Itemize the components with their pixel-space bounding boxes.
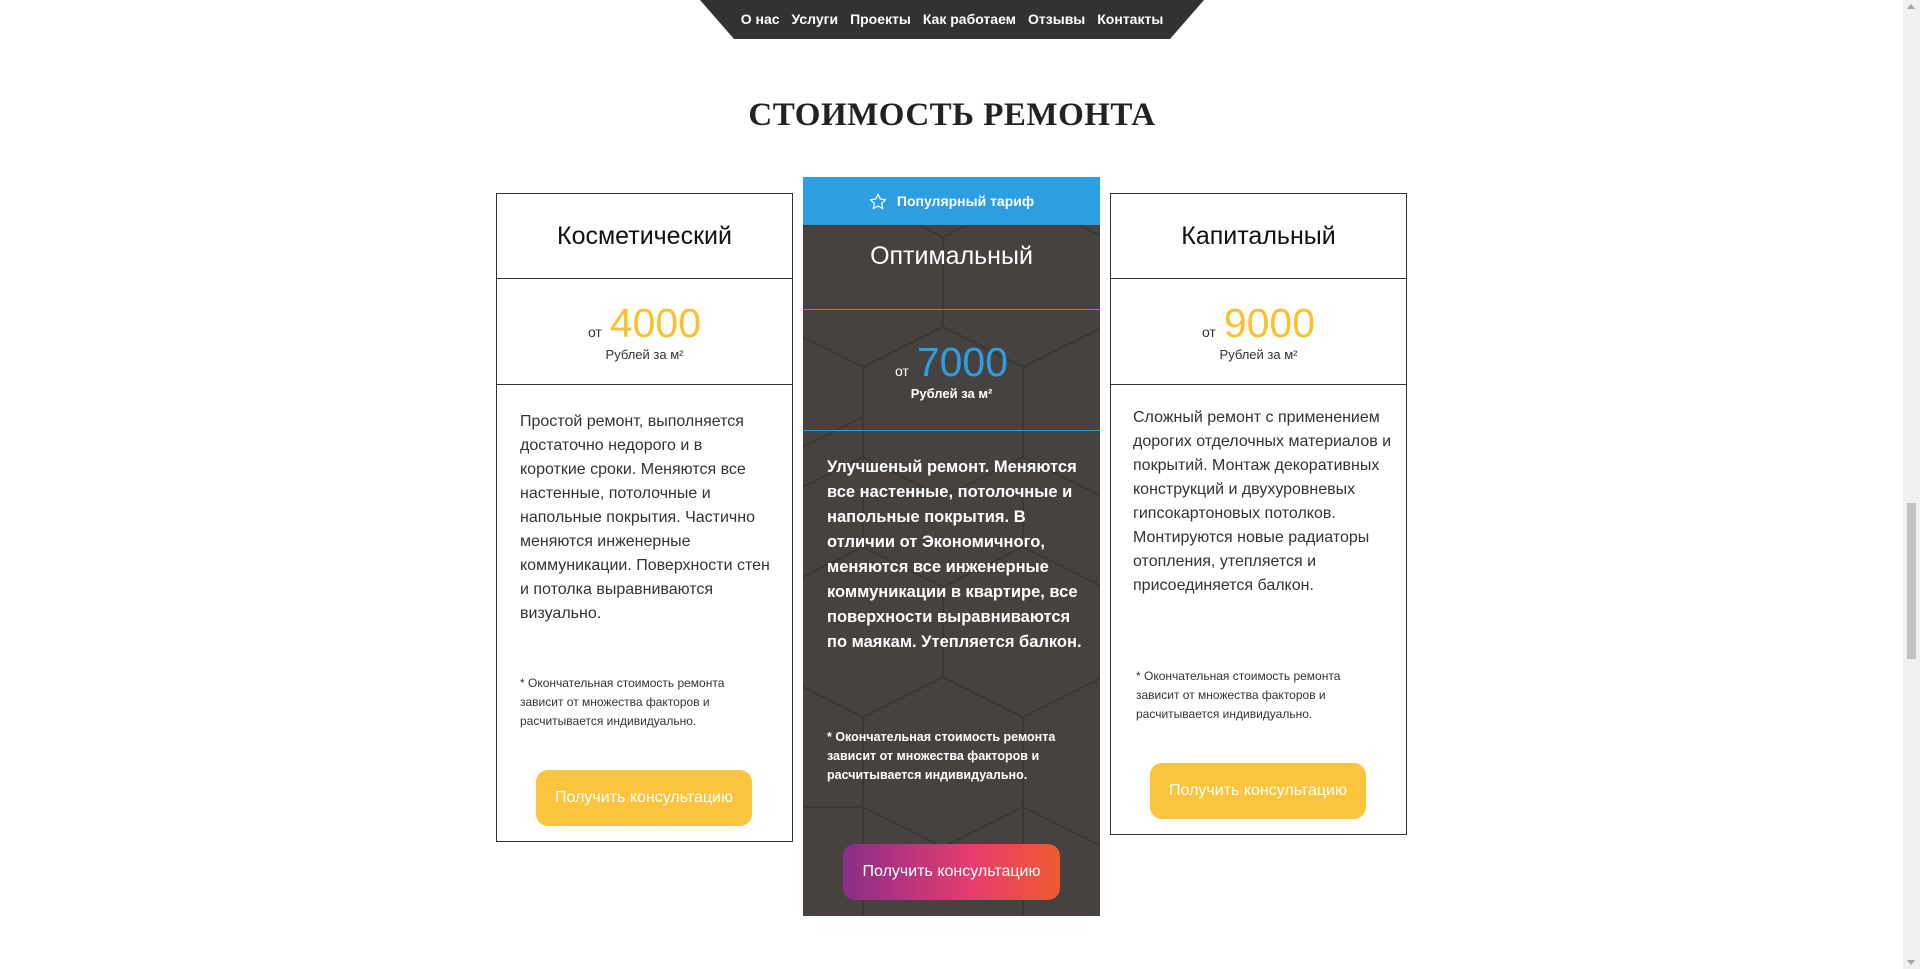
consultation-button[interactable]: Получить консультацию [843,844,1060,900]
popular-plan-badge: Популярный тариф [803,177,1100,225]
price-from-label: от [894,362,909,379]
nav-link-about[interactable]: О нас [735,11,786,27]
nav-link-services[interactable]: Услуги [786,11,845,27]
nav-link-contacts[interactable]: Контакты [1091,11,1169,27]
price-unit: Рублей за м² [605,347,684,362]
star-outline-icon [869,193,887,210]
price-value: 7000 [916,338,1009,385]
scroll-up-arrow-icon[interactable] [1907,4,1915,9]
nav-link-reviews[interactable]: Отзывы [1022,11,1091,27]
plan-price-box: от 7000 Рублей за м² [803,309,1100,431]
price-value: 4000 [609,300,702,346]
plan-note: * Окончательная стоимость ремонта зависи… [1136,669,1341,721]
consultation-button[interactable]: Получить консультацию [536,770,752,826]
scrollbar-thumb[interactable] [1907,503,1916,659]
plan-card-capital: Капитальный от 9000 Рублей за м² Сложный… [1110,193,1407,835]
plan-title: Оптимальный [870,241,1033,270]
plan-note: * Окончательная стоимость ремонта зависи… [827,730,1056,782]
nav-links: О нас Услуги Проекты Как работаем Отзывы… [700,0,1204,39]
popular-plan-badge-label: Популярный тариф [896,193,1035,209]
plan-note: * Окончательная стоимость ремонта зависи… [520,676,725,728]
page-scrollbar[interactable] [1903,0,1920,969]
nav-link-projects[interactable]: Проекты [844,11,917,27]
plan-price-box: от 9000 Рублей за м² [1111,279,1406,385]
top-navigation: О нас Услуги Проекты Как работаем Отзывы… [700,0,1204,39]
price-unit: Рублей за м² [910,385,993,401]
plan-title: Капитальный [1111,194,1406,279]
price-value: 9000 [1223,300,1316,346]
plan-description: Улучшеный ремонт. Меняются все настенные… [827,458,1082,651]
plan-price-box: от 4000 Рублей за м² [497,279,792,385]
plan-card-optimal: Популярный тариф Оптимальный от 7000 Руб… [803,177,1100,916]
price-from-label: от [1201,324,1216,340]
plan-description: Простой ремонт, выполняется достаточно н… [520,413,770,622]
nav-link-how-we-work[interactable]: Как работаем [917,11,1022,27]
scroll-down-arrow-icon[interactable] [1907,960,1915,965]
plan-card-cosmetic: Косметический от 4000 Рублей за м² Прост… [496,193,793,842]
plan-title: Косметический [497,194,792,279]
consultation-button[interactable]: Получить консультацию [1150,763,1366,819]
plan-description: Сложный ремонт с применением дорогих отд… [1133,409,1392,594]
section-title: СТОИМОСТЬ РЕМОНТА [748,97,1156,133]
price-from-label: от [587,324,602,340]
price-unit: Рублей за м² [1219,347,1298,362]
